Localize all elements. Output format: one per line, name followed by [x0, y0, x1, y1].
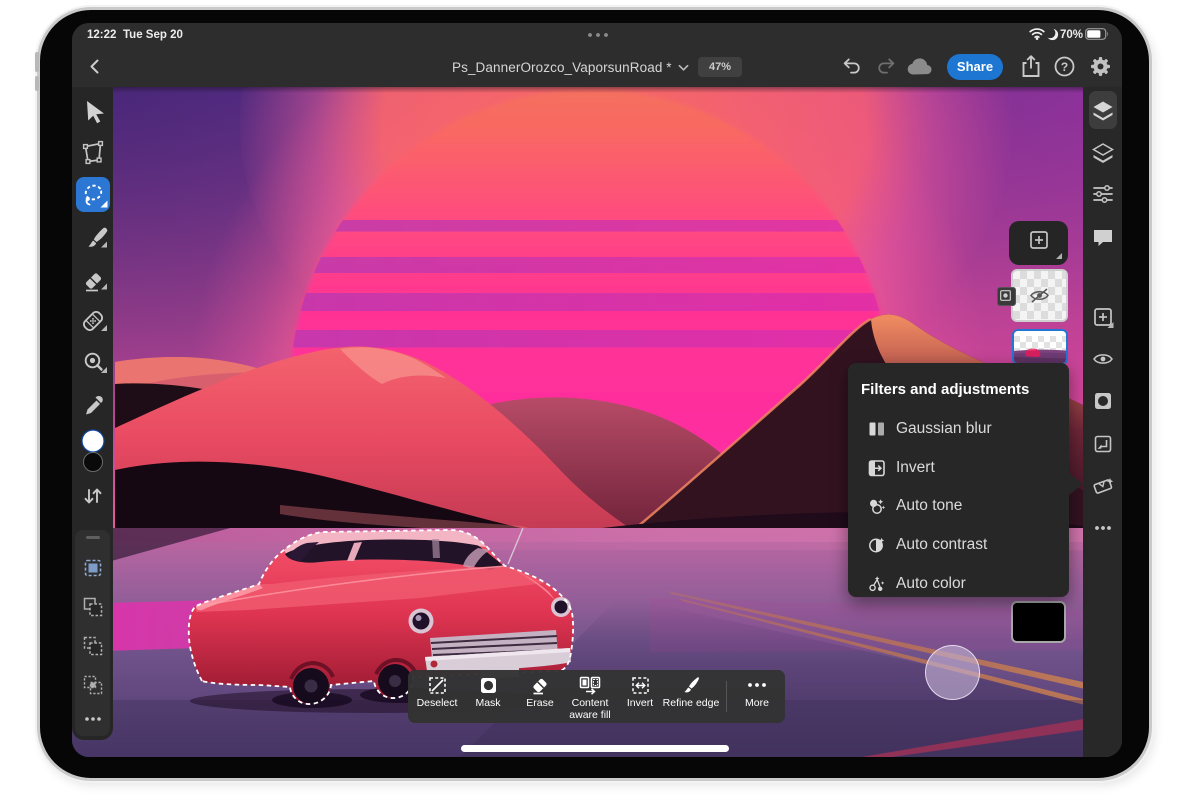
svg-text:?: ?	[1061, 60, 1068, 74]
